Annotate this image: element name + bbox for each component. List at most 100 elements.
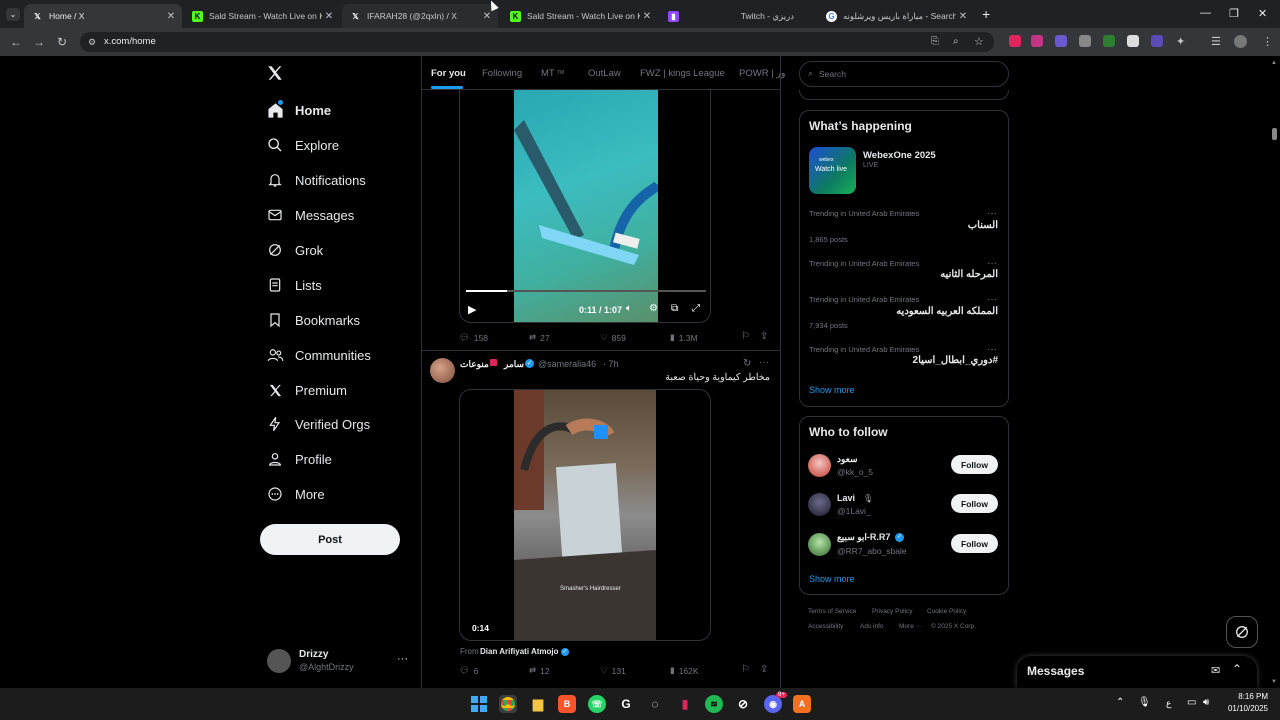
close-tab-icon[interactable]: ✕ bbox=[480, 11, 494, 22]
bookmark-star-icon[interactable]: ☆ bbox=[974, 35, 984, 48]
nav-grok[interactable]: Grok bbox=[266, 237, 323, 263]
browser-tab[interactable]: K Sald Stream - Watch Live on Ki ✕ bbox=[502, 4, 658, 28]
trend-menu-icon[interactable]: ··· bbox=[987, 208, 997, 219]
avatar[interactable] bbox=[430, 358, 455, 383]
profile-avatar[interactable] bbox=[1234, 35, 1247, 48]
views-button[interactable]: ▮ 162K bbox=[670, 665, 699, 676]
browser-tab[interactable]: 𝕏 IFARAH28 (@2qxln) / X ✕ bbox=[342, 4, 498, 28]
windows-start-icon[interactable] bbox=[470, 695, 488, 713]
tray-chevron-icon[interactable]: ⌃ bbox=[1116, 697, 1124, 708]
avatar[interactable] bbox=[267, 649, 291, 673]
tab-fwz[interactable]: FWZ | kings League bbox=[640, 68, 725, 79]
grok-icon[interactable]: ↻ bbox=[743, 358, 751, 369]
extension-icon[interactable] bbox=[1079, 35, 1091, 47]
video-progress-track[interactable] bbox=[466, 290, 706, 292]
nav-explore[interactable]: Explore bbox=[266, 132, 339, 158]
extension-icon[interactable] bbox=[1151, 35, 1163, 47]
repost-button[interactable]: ⇄ 27 bbox=[529, 332, 550, 343]
extension-icon[interactable] bbox=[1009, 35, 1021, 47]
pip-icon[interactable]: ⧉ bbox=[671, 303, 678, 314]
scrollbar-thumb[interactable] bbox=[1272, 128, 1277, 140]
suggested-user-name[interactable]: سعود bbox=[837, 454, 858, 465]
share-icon[interactable]: ⇪ bbox=[760, 664, 768, 675]
video-player[interactable] bbox=[459, 90, 711, 323]
back-icon[interactable]: ← bbox=[10, 35, 22, 49]
tab-for-you[interactable]: For you bbox=[431, 68, 466, 79]
bookmark-post-icon[interactable]: ⚐ bbox=[741, 664, 750, 675]
video-player[interactable]: Smasher's Hairdresser bbox=[459, 389, 711, 641]
trend-title[interactable]: المرحله الثانيه bbox=[940, 269, 998, 280]
bookmark-post-icon[interactable]: ⚐ bbox=[741, 331, 750, 342]
volume-icon[interactable]: 🔊︎ bbox=[1203, 697, 1209, 708]
show-more-link[interactable]: Show more bbox=[809, 574, 855, 584]
extension-icon[interactable] bbox=[1055, 35, 1067, 47]
app-icon[interactable]: ◌ bbox=[646, 695, 664, 713]
nav-lists[interactable]: Lists bbox=[266, 272, 322, 298]
nav-home[interactable]: Home bbox=[266, 97, 331, 123]
trend-menu-icon[interactable]: ··· bbox=[987, 258, 997, 269]
scroll-down-icon[interactable]: ▼ bbox=[1271, 679, 1277, 685]
follow-button[interactable]: Follow bbox=[951, 494, 998, 513]
repost-button[interactable]: ⇄ 12 bbox=[529, 665, 550, 676]
expand-icon[interactable]: ⌃ bbox=[1232, 662, 1242, 676]
footer-terms[interactable]: Terms of Service bbox=[808, 608, 856, 615]
like-button[interactable]: ♡ 859 bbox=[600, 332, 626, 343]
nav-messages[interactable]: Messages bbox=[266, 202, 354, 228]
nav-profile[interactable]: Profile bbox=[266, 446, 332, 472]
like-button[interactable]: ♡ 131 bbox=[600, 665, 626, 676]
reply-button[interactable]: 💬︎ 6 bbox=[459, 665, 479, 676]
browser-tab[interactable]: K Sald Stream - Watch Live on Ki ✕ bbox=[184, 4, 340, 28]
share-icon[interactable]: ⇪ bbox=[760, 331, 768, 342]
browser-tab[interactable]: 𝕏 Home / X ✕ bbox=[24, 4, 182, 28]
footer-accessibility[interactable]: Accessibility bbox=[808, 623, 843, 630]
post-menu-icon[interactable]: ··· bbox=[759, 357, 769, 368]
close-window-icon[interactable]: ✕ bbox=[1258, 7, 1267, 20]
footer-cookie[interactable]: Cookie Policy bbox=[927, 608, 966, 615]
extension-icon[interactable] bbox=[1031, 35, 1043, 47]
reload-icon[interactable]: ↻ bbox=[57, 35, 67, 49]
reading-list-icon[interactable]: ☰ bbox=[1211, 35, 1221, 48]
post-handle[interactable]: @sameralia46 bbox=[538, 359, 596, 369]
close-tab-icon[interactable]: ✕ bbox=[956, 11, 970, 22]
new-message-icon[interactable]: ✉ bbox=[1211, 664, 1220, 677]
nav-communities[interactable]: Communities bbox=[266, 342, 371, 368]
trend-title[interactable]: المملكه العربيه السعوديه bbox=[896, 306, 998, 317]
whatsapp-icon[interactable]: ☏ bbox=[588, 695, 606, 713]
browser-menu-icon[interactable]: ⋮ bbox=[1262, 35, 1273, 48]
nav-verified-orgs[interactable]: Verified Orgs bbox=[266, 411, 370, 437]
play-icon[interactable]: ▶ bbox=[468, 303, 476, 316]
site-info-icon[interactable]: ⚙ bbox=[88, 37, 96, 48]
follow-button[interactable]: Follow bbox=[951, 534, 998, 553]
nav-notifications[interactable]: Notifications bbox=[266, 167, 366, 193]
tab-outlaw[interactable]: OutLaw bbox=[588, 68, 621, 79]
app-icon[interactable]: ⊘ bbox=[734, 695, 752, 713]
close-tab-icon[interactable]: ✕ bbox=[164, 11, 178, 22]
event-thumbnail[interactable]: webex Watch live bbox=[809, 147, 856, 194]
extension-icon[interactable] bbox=[1127, 35, 1139, 47]
app-icon[interactable]: A bbox=[793, 695, 811, 713]
footer-more[interactable]: More ··· bbox=[899, 623, 922, 630]
nav-bookmarks[interactable]: Bookmarks bbox=[266, 307, 360, 333]
forward-icon[interactable]: → bbox=[33, 35, 45, 49]
trend-title[interactable]: #دوري_ابطال_اسيا2 bbox=[913, 355, 998, 366]
tab-mt[interactable]: MT bbox=[541, 68, 555, 79]
scroll-up-icon[interactable]: ▲ bbox=[1271, 60, 1277, 66]
trend-menu-icon[interactable]: ··· bbox=[987, 294, 997, 305]
app-icon[interactable]: G bbox=[617, 695, 635, 713]
extension-icon[interactable] bbox=[1103, 35, 1115, 47]
avatar[interactable] bbox=[808, 493, 831, 516]
tab-powr[interactable]: POWR | ور bbox=[739, 68, 786, 79]
minimize-icon[interactable]: — bbox=[1200, 7, 1211, 19]
install-app-icon[interactable]: ⎘ bbox=[931, 36, 939, 47]
nav-premium[interactable]: Premium bbox=[266, 377, 347, 403]
nav-more[interactable]: More bbox=[266, 481, 325, 507]
tab-search-button[interactable]: ⌄ bbox=[6, 8, 20, 21]
brave-icon[interactable]: B bbox=[558, 695, 576, 713]
avatar[interactable] bbox=[808, 454, 831, 477]
trend-menu-icon[interactable]: ··· bbox=[987, 344, 997, 355]
footer-privacy[interactable]: Privacy Policy bbox=[872, 608, 912, 615]
post-author-name[interactable]: سامر bbox=[504, 359, 524, 370]
avatar[interactable] bbox=[808, 533, 831, 556]
close-tab-icon[interactable]: ✕ bbox=[640, 11, 654, 22]
tab-following[interactable]: Following bbox=[482, 68, 522, 79]
